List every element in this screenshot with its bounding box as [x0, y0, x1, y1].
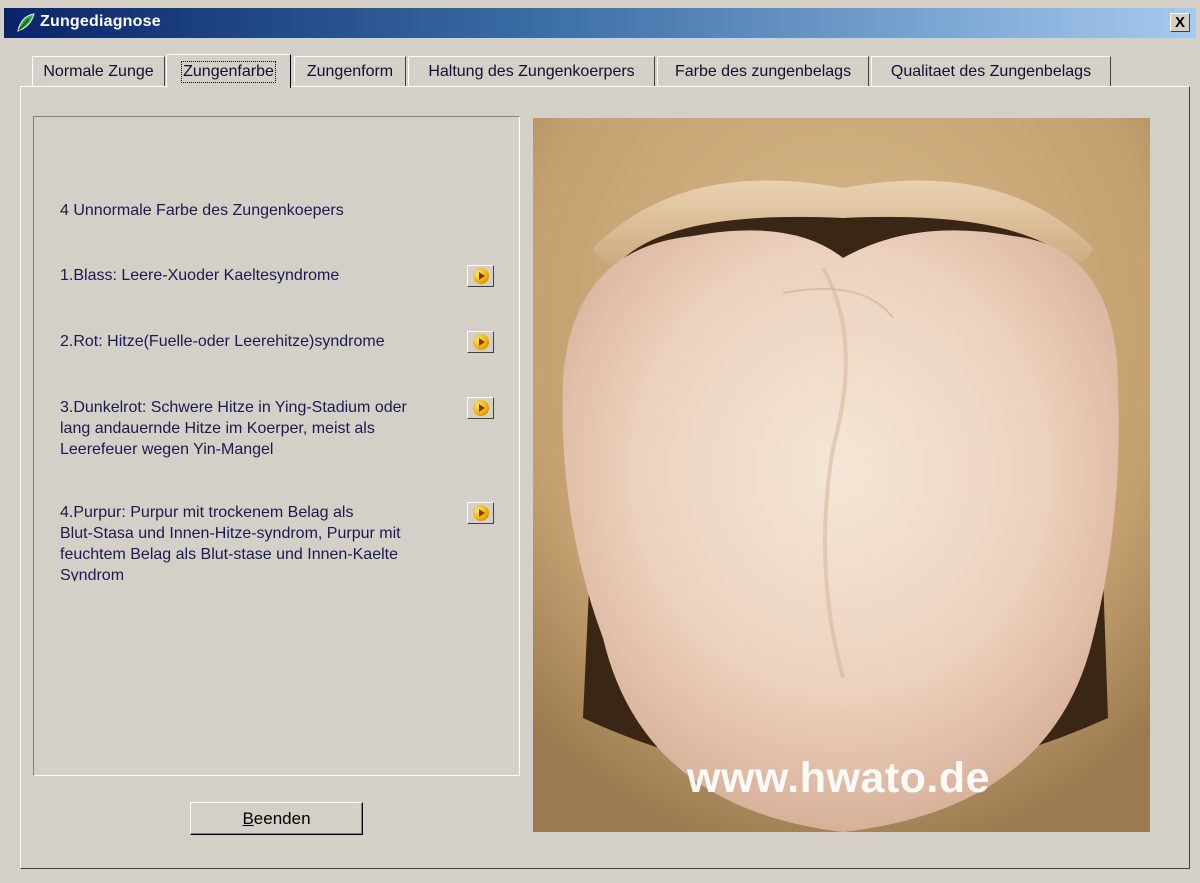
play-rot-button[interactable]: [467, 331, 494, 353]
beenden-button[interactable]: Beenden: [190, 802, 363, 835]
tongue-photo: www.hwato.de: [533, 118, 1150, 832]
item-dunkelrot-text-2: lang andauernde Hitze im Koerper, meist …: [60, 420, 375, 437]
play-dunkelrot-button[interactable]: [467, 397, 494, 419]
app-leaf-icon: [17, 13, 35, 32]
item-purpur-text-2: Blut-Stasa und Innen-Hitze-syndrom, Purp…: [60, 525, 401, 542]
watermark-text: www.hwato.de: [687, 754, 991, 802]
app-window: Zungediagnose X Normale Zunge Zungenfarb…: [0, 0, 1200, 883]
play-icon: [472, 334, 489, 350]
window-title: Zungediagnose: [40, 13, 161, 30]
tab-haltung-des-zungenkoerpers[interactable]: Haltung des Zungenkoerpers: [408, 56, 655, 86]
play-icon: [472, 400, 489, 416]
item-blass-text: 1.Blass: Leere-Xuoder Kaeltesyndrome: [60, 267, 340, 284]
item-purpur-text-3: feuchtem Belag als Blut-stase und Innen-…: [60, 546, 398, 563]
tongue-illustration: [533, 118, 1150, 832]
play-purpur-button[interactable]: [467, 502, 494, 524]
item-purpur-text-1: 4.Purpur: Purpur mit trockenem Belag als: [60, 504, 354, 521]
tab-zungenform[interactable]: Zungenform: [294, 56, 406, 86]
item-rot-text: 2.Rot: Hitze(Fuelle-oder Leerehitze)synd…: [60, 333, 385, 350]
description-panel: 4 Unnormale Farbe des Zungenkoepers 1.Bl…: [33, 116, 520, 776]
tab-normale-zunge[interactable]: Normale Zunge: [32, 56, 165, 86]
play-icon: [472, 505, 489, 521]
tab-zungenfarbe[interactable]: Zungenfarbe: [166, 54, 291, 88]
close-button[interactable]: X: [1170, 13, 1190, 32]
item-purpur-text-4: Syndrom: [60, 567, 125, 581]
item-dunkelrot-text-3: Leerefeuer wegen Yin-Mangel: [60, 441, 274, 458]
close-icon: X: [1174, 14, 1185, 31]
title-bar: Zungediagnose X: [4, 8, 1196, 38]
play-icon: [472, 268, 489, 284]
section-heading: 4 Unnormale Farbe des Zungenkoepers: [60, 202, 344, 219]
tab-farbe-des-zungenbelags[interactable]: Farbe des zungenbelags: [657, 56, 869, 86]
play-blass-button[interactable]: [467, 265, 494, 287]
tab-qualitaet-des-zungenbelags[interactable]: Qualitaet des Zungenbelags: [871, 56, 1111, 86]
item-dunkelrot-text-1: 3.Dunkelrot: Schwere Hitze in Ying-Stadi…: [60, 399, 407, 416]
